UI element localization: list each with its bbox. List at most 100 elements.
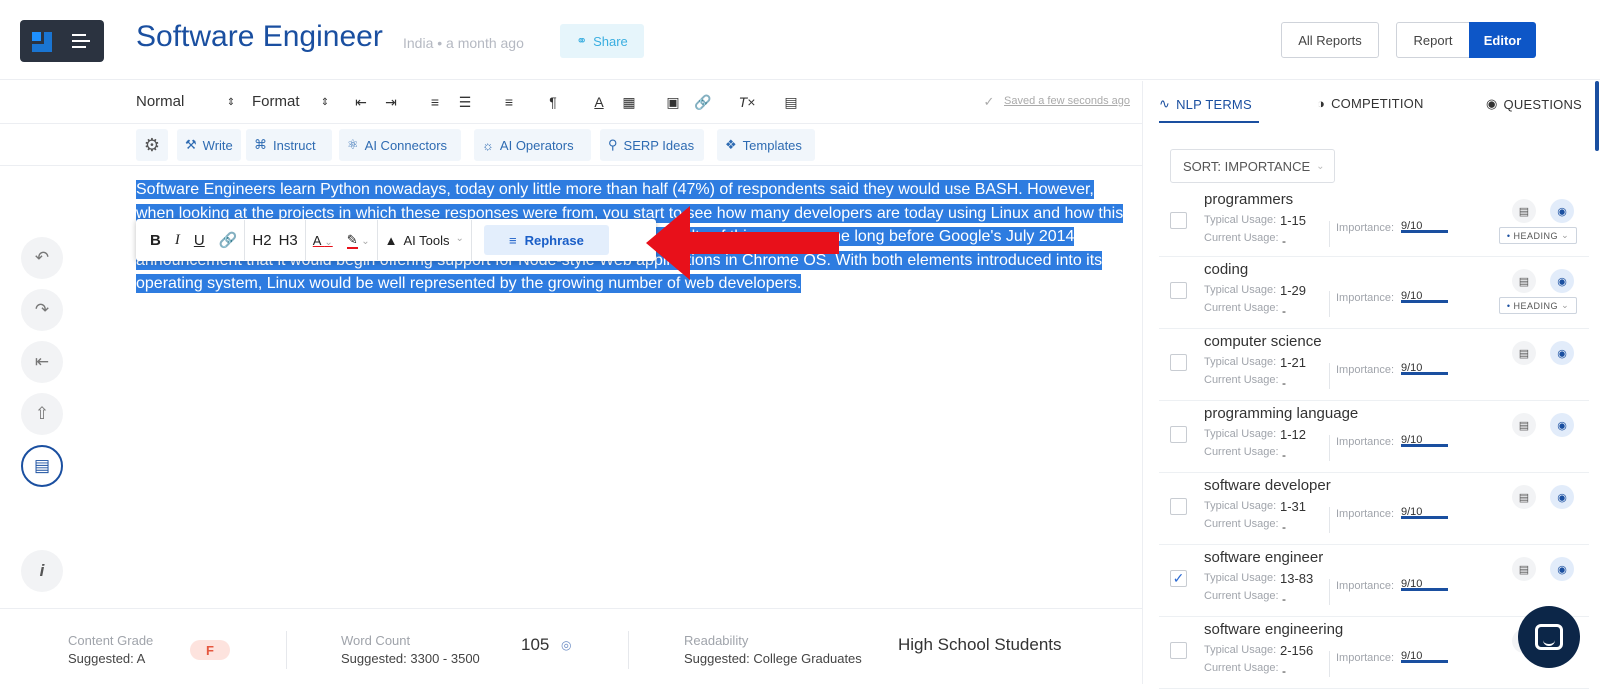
export-icon[interactable]: ⇧	[21, 393, 63, 435]
bot-icon[interactable]: ◉	[1550, 557, 1574, 581]
panel-tabs: ∿ NLP TERMS ◑ COMPETITION ◉ QUESTIONS	[1143, 81, 1600, 123]
tab-nlp-terms-label: NLP TERMS	[1176, 96, 1252, 112]
ai-tools-dropdown[interactable]: ▲ AI Tools ⌄	[378, 233, 471, 248]
term-checkbox[interactable]	[1170, 354, 1187, 371]
saved-status: Saved a few seconds ago	[1004, 95, 1130, 107]
app-logo[interactable]	[20, 20, 104, 62]
page-meta: India • a month ago	[403, 35, 524, 51]
format-select-chevron-icon[interactable]: ⇕	[316, 93, 334, 111]
term-checkbox[interactable]: ✓	[1170, 570, 1187, 587]
report-tab-button[interactable]: Report	[1396, 22, 1470, 58]
heading-badge[interactable]: • HEADING ⌄	[1499, 297, 1577, 314]
h3-button[interactable]: H3	[279, 232, 305, 249]
bullet-list-icon[interactable]: ☰	[456, 93, 474, 111]
current-usage-value: -	[1282, 592, 1286, 606]
image-icon[interactable]: ▤	[782, 93, 800, 111]
command-icon: ⌘	[254, 137, 267, 152]
ai-operators-button[interactable]: ☼ AI Operators	[474, 129, 591, 161]
comment-icon[interactable]: ▤	[1512, 341, 1536, 365]
style-select-chevron-icon[interactable]: ⇕	[222, 93, 240, 111]
font-color-icon[interactable]: A ⌄	[306, 233, 340, 248]
operators-label: AI Operators	[499, 137, 574, 153]
write-button[interactable]: ⚒ Write	[177, 129, 241, 161]
clear-format-icon[interactable]: T×	[738, 93, 756, 111]
h2-button[interactable]: H2	[245, 232, 278, 249]
ordered-list-icon[interactable]: ≡	[426, 93, 444, 111]
all-reports-button[interactable]: All Reports	[1281, 22, 1379, 58]
format-select-value: Format	[252, 93, 300, 110]
bot-icon[interactable]: ◉	[1550, 269, 1574, 293]
rephrase-button[interactable]: ≡ Rephrase	[483, 225, 609, 255]
term-checkbox[interactable]	[1170, 426, 1187, 443]
instruct-button[interactable]: ⌘ Instruct	[246, 129, 332, 161]
tab-nlp-terms[interactable]: ∿ NLP TERMS	[1159, 96, 1252, 112]
sort-dropdown[interactable]: SORT: IMPORTANCE ⌄	[1170, 149, 1335, 183]
highlight-icon[interactable]: ▦	[620, 93, 638, 111]
current-usage-value: -	[1282, 234, 1286, 248]
chat-widget-button[interactable]	[1518, 606, 1580, 668]
templates-button[interactable]: ❖ Templates	[717, 129, 815, 161]
editor-tab-button[interactable]: Editor	[1469, 22, 1536, 58]
link-icon[interactable]: 🔗	[694, 93, 712, 111]
term-row: programming language Typical Usage: 1-12 Cu…	[1159, 401, 1589, 473]
term-checkbox[interactable]	[1170, 498, 1187, 515]
undo-icon[interactable]: ↶	[21, 237, 63, 279]
style-select-value: Normal	[136, 93, 185, 110]
term-name: coding	[1204, 261, 1249, 278]
ai-tools-icon: ▲	[384, 232, 398, 248]
comment-icon[interactable]: ▤	[1512, 557, 1536, 581]
ai-connectors-button[interactable]: ⚛ AI Connectors	[339, 129, 461, 161]
font-color-icon[interactable]: A	[590, 93, 608, 111]
sort-label: SORT: IMPORTANCE	[1183, 158, 1311, 174]
tab-questions[interactable]: ◉ QUESTIONS	[1486, 96, 1582, 112]
align-left-icon[interactable]: ≡	[500, 93, 518, 111]
underline-icon[interactable]: U	[187, 232, 212, 249]
style-select[interactable]: Normal	[136, 93, 184, 110]
typical-usage-label: Typical Usage:	[1204, 572, 1277, 584]
bot-icon[interactable]: ◉	[1550, 199, 1574, 223]
info-icon[interactable]: i	[21, 550, 63, 592]
tab-competition[interactable]: ◑ COMPETITION	[1317, 96, 1424, 111]
term-checkbox[interactable]	[1170, 212, 1187, 229]
heading-badge[interactable]: • HEADING ⌄	[1499, 227, 1577, 244]
target-icon[interactable]: ◎	[561, 638, 571, 652]
redo-icon[interactable]: ↷	[21, 289, 63, 331]
comment-icon[interactable]: ▤	[1512, 485, 1536, 509]
text-direction-icon[interactable]: ¶	[544, 93, 562, 111]
indent-icon[interactable]: ⇥	[382, 93, 400, 111]
video-icon[interactable]: ▣	[664, 93, 682, 111]
tab-questions-label: QUESTIONS	[1503, 96, 1582, 112]
comment-icon[interactable]: ▤	[1512, 199, 1536, 223]
settings-gear-icon[interactable]: ⚙	[136, 129, 168, 161]
comment-icon[interactable]: ▤	[1512, 269, 1536, 293]
importance-bar	[1401, 230, 1448, 233]
write-label: Write	[202, 137, 233, 153]
chevron-down-icon: ⌄	[1316, 160, 1325, 172]
typical-usage-label: Typical Usage:	[1204, 356, 1277, 368]
menu-toggle-icon[interactable]	[62, 20, 104, 62]
importance-bar	[1401, 372, 1448, 375]
bold-icon[interactable]: B	[136, 232, 168, 249]
share-label: Share	[593, 33, 628, 49]
bot-icon[interactable]: ◉	[1550, 413, 1574, 437]
saved-check-icon: ✓	[983, 94, 995, 109]
typical-usage-value: 1-15	[1280, 213, 1307, 228]
share-button[interactable]: ⚭ Share	[560, 24, 644, 58]
term-checkbox[interactable]	[1170, 282, 1187, 299]
bot-icon[interactable]: ◉	[1550, 485, 1574, 509]
outdent-icon[interactable]: ⇤	[352, 93, 370, 111]
panel-scrollbar[interactable]	[1595, 81, 1599, 151]
highlight-color-icon[interactable]: ✎ ⌄	[340, 232, 377, 249]
importance-label: Importance:	[1336, 436, 1395, 448]
content-grade-label: Content Grade	[68, 633, 154, 648]
italic-icon[interactable]: I	[168, 232, 187, 249]
import-icon[interactable]: ⇤	[21, 341, 63, 383]
comment-icon[interactable]: ▤	[1512, 413, 1536, 437]
serp-ideas-button[interactable]: ⚲ SERP Ideas	[600, 129, 704, 161]
bot-icon[interactable]: ◉	[1550, 341, 1574, 365]
clipboard-icon[interactable]: ▤	[21, 445, 63, 487]
link-icon[interactable]: 🔗	[212, 231, 245, 249]
term-checkbox[interactable]	[1170, 642, 1187, 659]
heading-badge-label: HEADING	[1513, 230, 1559, 241]
format-select[interactable]: Format	[252, 93, 300, 110]
